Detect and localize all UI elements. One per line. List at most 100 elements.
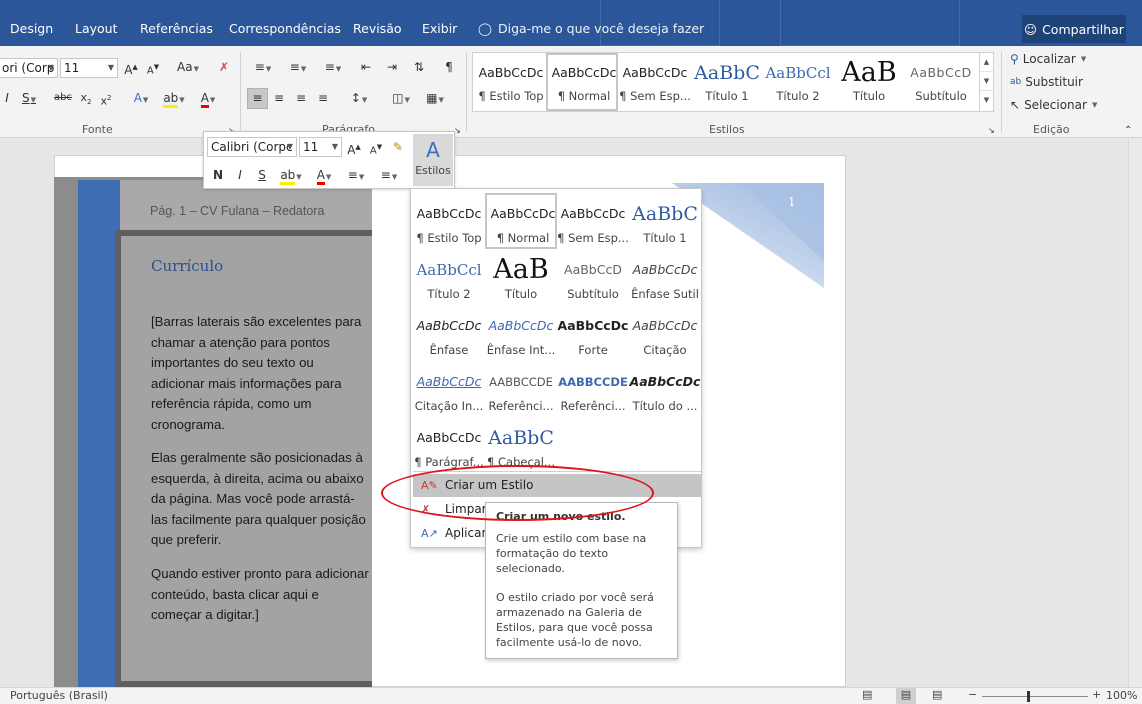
font-color-icon[interactable]: A▼ <box>310 166 338 186</box>
gallery-scroll[interactable]: ▲ ▼ ▼ <box>979 53 993 111</box>
sidebar-paragraph[interactable]: Quando estiver pronto para adicionar con… <box>151 564 369 626</box>
tab-references[interactable]: Referências <box>140 21 213 36</box>
highlight-color-icon[interactable]: ab▼ <box>276 166 306 186</box>
borders-icon[interactable]: ▦▼ <box>420 89 450 109</box>
vertical-scrollbar[interactable] <box>1128 139 1142 687</box>
share-button[interactable]: ☺ Compartilhar <box>1022 15 1126 43</box>
superscript-icon[interactable]: x2 <box>98 89 114 111</box>
dialog-launcher-icon[interactable]: ↘ <box>454 122 461 140</box>
pilcrow-icon[interactable]: ¶ <box>440 58 458 76</box>
style-item[interactable]: AaBbCcDc Forte <box>557 307 629 361</box>
style-item[interactable]: AaBbCcDc ¶ Normal <box>485 193 557 249</box>
multilevel-list-icon[interactable]: ≡▼ <box>318 58 348 78</box>
tab-mailings[interactable]: Correspondências <box>229 21 341 36</box>
strikethrough-icon[interactable]: abc <box>52 89 74 107</box>
line-spacing-icon[interactable]: ↕▼ <box>344 89 374 109</box>
style-item[interactable]: AaBbCcDc Ênfase Int... <box>485 307 557 361</box>
scroll-up-icon[interactable]: ▲ <box>980 53 993 72</box>
style-item[interactable]: AaBbCcDc ¶ Sem Esp... <box>557 195 629 249</box>
web-layout-icon[interactable]: ▤ <box>932 688 942 701</box>
style-label: ¶ Estilo Top <box>416 231 482 245</box>
style-item[interactable]: AaBbCcDc ¶ Estilo Top <box>413 195 485 249</box>
tab-review[interactable]: Revisão <box>353 21 402 36</box>
page-header-text[interactable]: Pág. 1 – CV Fulana – Redatora <box>150 204 324 218</box>
font-color-icon[interactable]: A▼ <box>195 89 221 109</box>
style-item[interactable]: AaBbCcDc Ênfase <box>413 307 485 361</box>
mini-font-size-combo[interactable]: 11 ▼ <box>299 137 342 157</box>
align-left-icon[interactable]: ≡ <box>247 88 268 109</box>
clear-formatting-icon[interactable]: ✗ <box>215 58 233 76</box>
tab-layout[interactable]: Layout <box>75 21 118 36</box>
bullets-icon[interactable]: ≡▼ <box>248 58 278 78</box>
gallery-style-item[interactable]: AaBbCcD Subtítulo <box>905 53 977 111</box>
collapse-ribbon-icon[interactable]: ⌃ <box>1124 122 1132 140</box>
style-item[interactable]: AaBbCcDc Ênfase Sutil <box>629 251 701 305</box>
underline-icon[interactable]: S <box>256 166 268 184</box>
read-mode-icon[interactable]: ▤ <box>862 688 872 701</box>
mini-styles-button[interactable]: A Estilos <box>413 134 453 186</box>
decrease-indent-icon[interactable]: ⇤ <box>356 58 376 76</box>
zoom-level[interactable]: 100% <box>1106 689 1137 702</box>
style-item[interactable]: AaBbCcDc Citação <box>629 307 701 361</box>
numbering-icon[interactable]: ≡▼ <box>283 58 313 78</box>
font-name-combo[interactable]: ori (Corp ▼ <box>0 58 58 78</box>
font-size-combo[interactable]: 11 ▼ <box>60 58 118 78</box>
style-item[interactable]: AaBbC Título 1 <box>629 195 701 249</box>
grow-font-icon[interactable]: A▲ <box>346 138 362 159</box>
document-heading[interactable]: Currículo <box>151 257 223 275</box>
zoom-in-icon[interactable]: + <box>1092 688 1101 701</box>
subscript-icon[interactable]: x2 <box>78 89 94 111</box>
gallery-style-item[interactable]: AaBbCcl Título 2 <box>762 53 834 111</box>
grow-font-icon[interactable]: A▲ <box>122 58 140 79</box>
style-item[interactable]: AaBbCcDc ¶ Parágraf... <box>413 419 485 473</box>
sort-icon[interactable]: ⇅ <box>410 58 428 76</box>
style-item[interactable]: AaB Título <box>485 251 557 305</box>
numbering-icon[interactable]: ≡▼ <box>374 166 404 186</box>
gallery-style-item[interactable]: AaB Título <box>833 53 905 111</box>
print-layout-icon[interactable]: ▤ <box>896 688 916 704</box>
style-item[interactable]: AaBbCcDc Título do ... <box>629 363 701 417</box>
increase-indent-icon[interactable]: ⇥ <box>382 58 402 76</box>
scroll-down-icon[interactable]: ▼ <box>980 72 993 91</box>
shading-icon[interactable]: ◫▼ <box>386 89 416 109</box>
tab-view[interactable]: Exibir <box>422 21 457 36</box>
gallery-style-item[interactable]: AaBbCcDc ¶ Estilo Top <box>475 53 547 111</box>
expand-gallery-icon[interactable]: ▼ <box>980 91 993 110</box>
style-item[interactable]: AaBbCcl Título 2 <box>413 251 485 305</box>
language-indicator[interactable]: Português (Brasil) <box>10 689 108 702</box>
text-effects-icon[interactable]: A▼ <box>128 89 154 109</box>
change-case-icon[interactable]: Aa▼ <box>173 58 203 78</box>
replace-button[interactable]: ab Substituir <box>1010 75 1083 89</box>
tell-me-box[interactable]: ◯ Diga-me o que você deseja fazer <box>478 21 704 36</box>
bold-icon[interactable]: N <box>212 166 224 184</box>
gallery-style-item[interactable]: AaBbC Título 1 <box>691 53 763 111</box>
find-button[interactable]: ⚲ Localizar ▼ <box>1010 52 1086 66</box>
style-item[interactable]: AABBCCDE Referênci... <box>485 363 557 417</box>
highlight-color-icon[interactable]: ab▼ <box>160 89 188 109</box>
gallery-style-item[interactable]: AaBbCcDc ¶ Normal <box>546 53 618 111</box>
select-button[interactable]: ↖ Selecionar ▼ <box>1010 98 1097 112</box>
style-item[interactable]: AaBbCcDc Citação In... <box>413 363 485 417</box>
justify-icon[interactable]: ≡ <box>314 89 332 107</box>
format-painter-icon[interactable]: ✎ <box>390 138 406 156</box>
shrink-font-icon[interactable]: A▼ <box>144 58 162 80</box>
mini-font-name-combo[interactable]: Calibri (Corpc ▼ <box>207 137 297 157</box>
sidebar-paragraph[interactable]: [Barras laterais são excelentes para cha… <box>151 312 369 436</box>
dialog-launcher-icon[interactable]: ↘ <box>988 122 995 140</box>
style-item[interactable]: AABBCCDE Referênci... <box>557 363 629 417</box>
align-right-icon[interactable]: ≡ <box>292 89 310 107</box>
italic-icon[interactable]: I <box>234 166 246 184</box>
zoom-slider[interactable] <box>982 696 1088 697</box>
sidebar-paragraph[interactable]: Elas geralmente são posicionadas à esque… <box>151 448 369 551</box>
underline-icon[interactable]: S▼ <box>22 89 36 109</box>
gallery-style-item[interactable]: AaBbCcDc ¶ Sem Esp... <box>619 53 691 111</box>
bullets-icon[interactable]: ≡▼ <box>342 166 370 186</box>
shrink-font-icon[interactable]: A▼ <box>368 138 384 160</box>
align-center-icon[interactable]: ≡ <box>270 89 288 107</box>
tab-design[interactable]: Design <box>10 21 53 36</box>
italic-icon[interactable]: I <box>2 89 12 107</box>
zoom-slider-thumb[interactable] <box>1027 691 1030 702</box>
style-label: Subtítulo <box>915 89 967 103</box>
zoom-out-icon[interactable]: − <box>968 688 977 701</box>
style-item[interactable]: AaBbCcD Subtítulo <box>557 251 629 305</box>
